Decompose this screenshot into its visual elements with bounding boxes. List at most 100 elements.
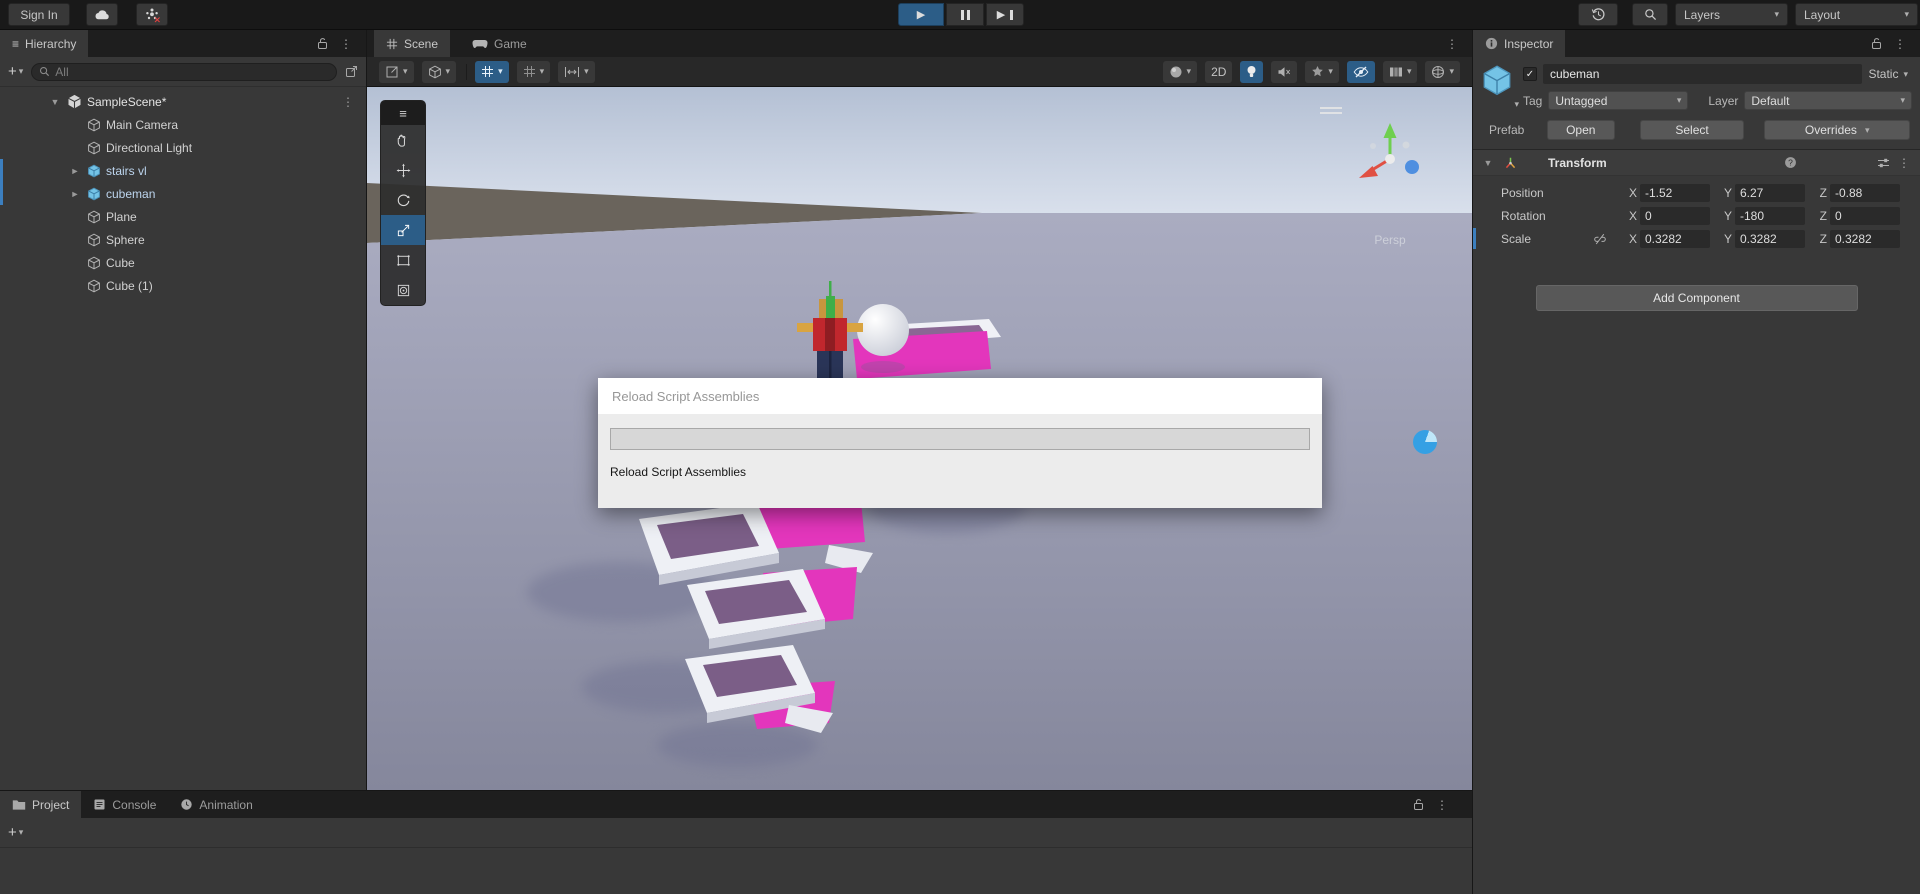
perspective-label[interactable]: Persp bbox=[1350, 233, 1430, 247]
create-object-button[interactable]: + ▾ bbox=[8, 63, 23, 80]
scale-tool-button[interactable] bbox=[381, 215, 425, 245]
snap-grid-dropdown[interactable]: ▾ bbox=[516, 60, 551, 83]
tab-animation[interactable]: Animation bbox=[168, 791, 264, 818]
view-tool-button[interactable] bbox=[381, 125, 425, 155]
position-y-field[interactable]: 6.27 bbox=[1735, 183, 1805, 202]
expand-search-icon[interactable] bbox=[345, 65, 358, 78]
shading-mode-dropdown[interactable]: ▾ bbox=[1162, 60, 1198, 83]
hierarchy-row-prefab[interactable]: ► cubeman bbox=[0, 182, 366, 205]
overlay-collapsed-icon[interactable] bbox=[1320, 107, 1342, 117]
layers-dropdown[interactable]: Layers ▾ bbox=[1675, 3, 1788, 26]
scale-x-field[interactable]: 0.3282 bbox=[1640, 229, 1710, 248]
prefab-open-button[interactable]: Open bbox=[1546, 120, 1615, 140]
transform-tool-button[interactable] bbox=[381, 275, 425, 305]
presets-icon[interactable] bbox=[1877, 157, 1890, 169]
rotation-x-field[interactable]: 0 bbox=[1640, 206, 1710, 225]
dialog-title: Reload Script Assemblies bbox=[598, 378, 1322, 414]
rect-tool-button[interactable] bbox=[381, 245, 425, 275]
scale-row: Scale X 0.3282 Y 0.3282 Z 0.3282 bbox=[1473, 227, 1918, 250]
prefab-cube-icon[interactable]: ▾ bbox=[1481, 64, 1519, 110]
kebab-menu-icon[interactable]: ⋮ bbox=[1898, 156, 1910, 170]
tab-scene[interactable]: Scene bbox=[374, 30, 451, 57]
layer-dropdown[interactable]: Default ▾ bbox=[1744, 91, 1912, 110]
hierarchy-row[interactable]: Cube (1) bbox=[0, 274, 366, 297]
hierarchy-row[interactable]: Sphere bbox=[0, 228, 366, 251]
rotate-tool-button[interactable] bbox=[381, 185, 425, 215]
pause-button[interactable] bbox=[946, 3, 984, 26]
add-component-button[interactable]: Add Component bbox=[1535, 285, 1858, 311]
kebab-menu-icon[interactable]: ⋮ bbox=[1894, 37, 1906, 51]
rotation-z-field[interactable]: 0 bbox=[1830, 206, 1900, 225]
2d-toggle-button[interactable]: 2D bbox=[1205, 60, 1233, 83]
lock-icon[interactable] bbox=[317, 37, 328, 50]
position-z-field[interactable]: -0.88 bbox=[1830, 183, 1900, 202]
hierarchy-row-prefab[interactable]: ► stairs vl bbox=[0, 159, 366, 182]
grid-visibility-button[interactable]: ▾ bbox=[475, 60, 509, 83]
search-button[interactable] bbox=[1632, 3, 1668, 26]
tab-console[interactable]: Console bbox=[81, 791, 168, 818]
chevron-down-icon: ▾ bbox=[1186, 66, 1192, 76]
audio-toggle-button[interactable] bbox=[1271, 60, 1298, 83]
move-tool-button[interactable] bbox=[381, 155, 425, 185]
help-icon[interactable]: ? bbox=[1784, 156, 1797, 169]
hierarchy-row[interactable]: Directional Light bbox=[0, 136, 366, 159]
cloud-button[interactable] bbox=[86, 3, 118, 26]
kebab-menu-icon[interactable]: ⋮ bbox=[1446, 37, 1458, 51]
active-checkbox[interactable]: ✓ bbox=[1523, 67, 1537, 81]
services-button[interactable]: × bbox=[136, 3, 168, 26]
hierarchy-row-scene[interactable]: ▼ SampleScene* ⋮ bbox=[0, 90, 366, 113]
overlay-handle[interactable]: ≡ bbox=[381, 101, 425, 125]
lock-icon[interactable] bbox=[1413, 798, 1424, 811]
disclosure-closed-icon[interactable]: ► bbox=[68, 166, 82, 176]
disclosure-open-icon[interactable]: ▼ bbox=[48, 97, 62, 107]
scale-z-field[interactable]: 0.3282 bbox=[1830, 229, 1900, 248]
sign-in-button[interactable]: Sign In bbox=[8, 3, 70, 26]
snap-move-dropdown[interactable]: ▾ bbox=[558, 60, 595, 83]
rotation-row: Rotation X 0 Y -180 Z 0 bbox=[1473, 204, 1918, 227]
kebab-menu-icon[interactable]: ⋮ bbox=[342, 95, 366, 109]
gizmos-dropdown[interactable]: ▾ bbox=[1425, 60, 1460, 83]
step-icon: ▶ bbox=[996, 9, 1006, 21]
info-icon bbox=[1485, 37, 1498, 50]
static-dropdown[interactable]: Static ▾ bbox=[1868, 67, 1912, 81]
history-icon bbox=[1591, 7, 1606, 22]
unlink-constraint-icon[interactable] bbox=[1593, 233, 1621, 245]
disclosure-closed-icon[interactable]: ► bbox=[68, 189, 82, 199]
play-button[interactable]: ▶ bbox=[898, 3, 944, 26]
object-name-field[interactable]: cubeman bbox=[1543, 64, 1863, 84]
tab-project[interactable]: Project bbox=[0, 791, 82, 818]
transform-component-header[interactable]: ▼ Transform ? ⋮ bbox=[1473, 149, 1920, 176]
cube-icon bbox=[87, 141, 101, 155]
snap-grid-icon bbox=[523, 65, 536, 78]
tag-dropdown[interactable]: Untagged ▾ bbox=[1548, 91, 1689, 110]
camera-settings-dropdown[interactable]: ▾ bbox=[1382, 60, 1418, 83]
tab-hierarchy[interactable]: ≡ Hierarchy bbox=[0, 30, 89, 57]
hierarchy-row[interactable]: Plane bbox=[0, 205, 366, 228]
lighting-toggle-button[interactable] bbox=[1240, 60, 1264, 83]
hamburger-icon: ≡ bbox=[399, 105, 407, 121]
position-x-field[interactable]: -1.52 bbox=[1640, 183, 1710, 202]
undo-history-button[interactable] bbox=[1578, 3, 1618, 26]
lock-icon[interactable] bbox=[1871, 37, 1882, 50]
scale-y-field[interactable]: 0.3282 bbox=[1735, 229, 1805, 248]
prefab-overrides-dropdown[interactable]: Overrides ▾ bbox=[1764, 120, 1910, 140]
tool-settings-dropdown[interactable]: ▾ bbox=[379, 60, 414, 83]
layout-dropdown[interactable]: Layout ▾ bbox=[1795, 3, 1918, 26]
effects-dropdown[interactable]: ▾ bbox=[1305, 60, 1339, 83]
hierarchy-row[interactable]: Main Camera bbox=[0, 113, 366, 136]
hierarchy-row[interactable]: Cube bbox=[0, 251, 366, 274]
hierarchy-search-input[interactable]: All bbox=[31, 62, 337, 81]
create-asset-button[interactable]: + ▾ bbox=[8, 824, 23, 841]
tab-inspector[interactable]: Inspector bbox=[1473, 30, 1566, 57]
chevron-down-icon[interactable]: ▾ bbox=[498, 66, 503, 77]
kebab-menu-icon[interactable]: ⋮ bbox=[340, 37, 352, 51]
orientation-gizmo[interactable] bbox=[1348, 117, 1432, 201]
disclosure-open-icon[interactable]: ▼ bbox=[1481, 158, 1495, 168]
rotation-y-field[interactable]: -180 bbox=[1735, 206, 1805, 225]
scene-visibility-button[interactable] bbox=[1346, 60, 1375, 83]
prefab-select-button[interactable]: Select bbox=[1639, 120, 1745, 140]
kebab-menu-icon[interactable]: ⋮ bbox=[1436, 798, 1448, 812]
step-button[interactable]: ▶ bbox=[986, 3, 1024, 26]
pivot-dropdown[interactable]: ▾ bbox=[421, 60, 457, 83]
tab-game[interactable]: Game bbox=[460, 30, 539, 57]
